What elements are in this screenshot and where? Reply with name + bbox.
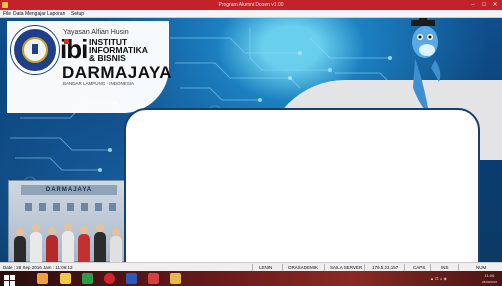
students-photo [8,223,130,262]
institute-name: INSTITUT INFORMATIKA & BISNIS [89,37,148,63]
window-title: Program Alumni Dosen v1.00 [218,2,284,8]
minimize-icon[interactable]: – [468,0,478,10]
folder-icon[interactable] [37,273,48,284]
menu-bar: File Data Mengajar Laporan Setup [0,10,502,18]
institution-logo-panel: Yayasan Alfian Husin ibi INSTITUT INFORM… [7,21,172,113]
main-background: Yayasan Alfian Husin ibi INSTITUT INFORM… [0,18,502,262]
yellow-app-icon[interactable] [170,273,181,284]
word-icon[interactable] [126,273,137,284]
location-tagline: BANDAR LAMPUNG - INDONESIA [63,81,135,86]
tray-clock[interactable]: 11:06 28/09/2016 [482,273,497,285]
darmajaya-wordmark: DARMAJAYA [62,63,172,82]
menu-setup[interactable]: Setup [71,10,84,18]
windows-start-icon[interactable] [4,273,15,286]
dolphin-mascot-icon [411,18,441,114]
status-bar: Date : 28 Sep 2016 Jam : 11:06:13 LENIN … [0,262,502,271]
maximize-icon[interactable]: □ [479,0,489,10]
title-bar: Program Alumni Dosen v1.00 – □ ✕ [0,0,502,10]
opera-icon[interactable] [104,273,115,284]
main-content-area [124,108,480,262]
menu-file[interactable]: File [3,10,11,18]
menu-data-mengajar[interactable]: Data Mengajar [13,10,46,18]
system-tray-icons[interactable]: ▲ ⊡ ♫ ◈ [430,271,447,286]
ibi-logo-accent [64,39,69,44]
close-icon[interactable]: ✕ [490,0,500,10]
taskbar: ▲ ⊡ ♫ ◈ 11:06 28/09/2016 [0,271,502,286]
menu-laporan[interactable]: Laporan [47,10,65,18]
red-app-icon[interactable] [148,273,159,284]
building-sign: DARMAJAYA [21,185,117,195]
green-app-icon[interactable] [82,273,93,284]
file-explorer-icon[interactable] [60,273,71,284]
university-seal-icon [11,26,59,74]
